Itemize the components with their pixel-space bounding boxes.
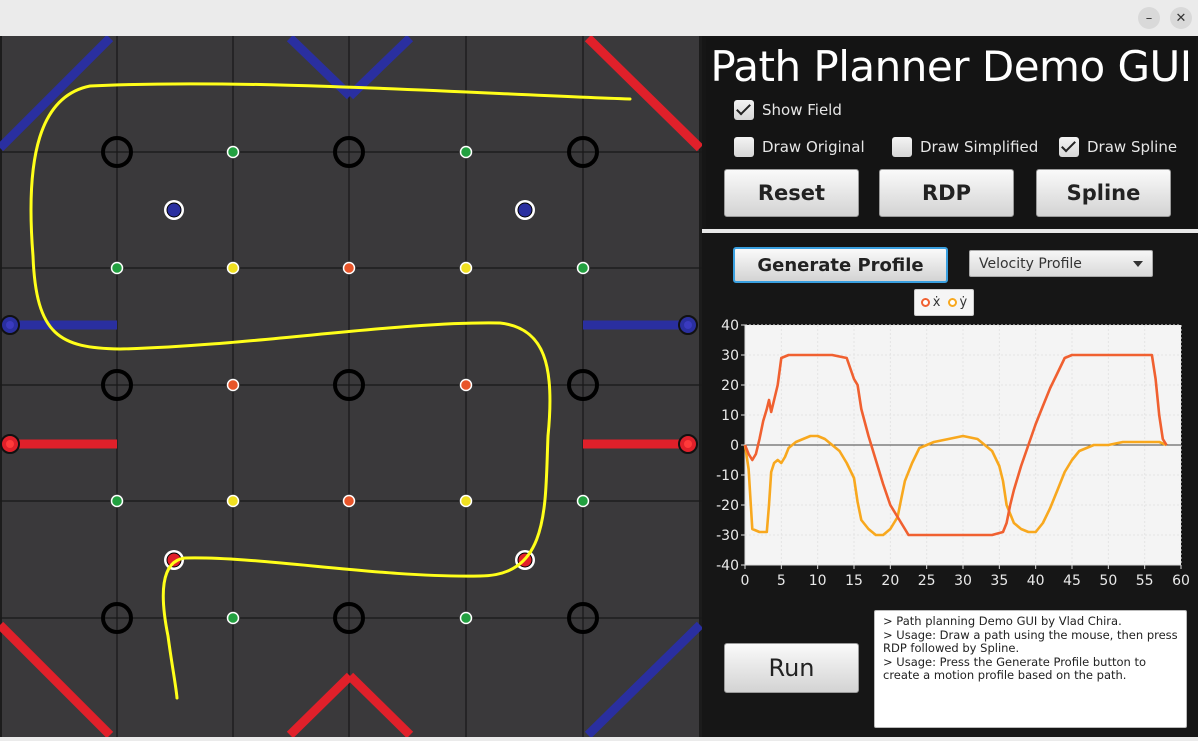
orange-marker [342, 494, 356, 508]
yellow-marker [459, 494, 473, 508]
run-button[interactable]: Run [724, 643, 859, 693]
console-line: > Path planning Demo GUI by Vlad Chira. [883, 614, 1122, 628]
x-tick-label: 55 [1136, 573, 1154, 589]
y-tick-label: 30 [721, 348, 739, 364]
chevron-down-icon [1133, 261, 1143, 267]
rdp-button[interactable]: RDP [879, 169, 1014, 217]
orange-marker [342, 261, 356, 275]
green-marker [226, 611, 240, 625]
blue-goal-core [517, 202, 533, 218]
x-tick-label: 10 [809, 573, 827, 589]
control-panel: Path Planner Demo GUI Show Field Draw Or… [706, 38, 1196, 228]
x-tick-label: 15 [845, 573, 863, 589]
x-tick-label: 30 [954, 573, 972, 589]
x-tick-label: 0 [741, 573, 750, 589]
control-side: Path Planner Demo GUI Show Field Draw Or… [702, 36, 1198, 737]
x-tick-label: 45 [1063, 573, 1081, 589]
x-tick-label: 40 [1027, 573, 1045, 589]
x-tick-label: 35 [990, 573, 1008, 589]
blue-bin-left-core [6, 321, 14, 329]
field-drawing[interactable] [0, 34, 704, 739]
x-tick-label: 60 [1172, 573, 1190, 589]
y-tick-label: -40 [716, 558, 739, 574]
draw-original-checkbox[interactable]: Draw Original [734, 137, 865, 157]
profile-type-value: Velocity Profile [979, 255, 1082, 272]
checkbox-unchecked-icon [734, 137, 754, 157]
legend-label-y: ẏ [959, 295, 968, 310]
legend-label-x: ẋ [932, 295, 941, 310]
green-marker [459, 145, 473, 159]
y-tick-label: 20 [721, 378, 739, 394]
orange-marker [226, 378, 240, 392]
green-marker [110, 261, 124, 275]
checkbox-unchecked-icon [892, 137, 912, 157]
reset-button[interactable]: Reset [724, 169, 859, 217]
show-field-label: Show Field [762, 101, 842, 119]
orange-marker [459, 378, 473, 392]
y-tick-label: -20 [716, 498, 739, 514]
yellow-marker [226, 261, 240, 275]
green-marker [110, 494, 124, 508]
minimize-icon: – [1145, 10, 1153, 26]
draw-spline-checkbox[interactable]: Draw Spline [1059, 137, 1177, 157]
x-tick-label: 5 [777, 573, 786, 589]
checkbox-checked-icon [734, 100, 754, 120]
y-tick-label: -30 [716, 528, 739, 544]
draw-simplified-checkbox[interactable]: Draw Simplified [892, 137, 1038, 157]
y-tick-label: 10 [721, 408, 739, 424]
x-tick-label: 50 [1099, 573, 1117, 589]
window-titlebar: – ✕ [0, 0, 1198, 36]
y-tick-label: -10 [716, 468, 739, 484]
green-marker [576, 261, 590, 275]
spline-button[interactable]: Spline [1036, 169, 1171, 217]
blue-goal-core [166, 202, 182, 218]
green-marker [576, 494, 590, 508]
y-tick-label: 40 [721, 319, 739, 334]
x-tick-label: 25 [918, 573, 936, 589]
chart-legend: ẋ ẏ [914, 289, 974, 316]
console-line: > Usage: Draw a path using the mouse, th… [883, 627, 1182, 655]
profile-type-select[interactable]: Velocity Profile [969, 250, 1153, 277]
green-marker [459, 611, 473, 625]
legend-marker-x [920, 298, 930, 307]
y-tick-label: 0 [730, 438, 739, 454]
close-button[interactable]: ✕ [1170, 7, 1192, 29]
red-bin-left-core [6, 440, 14, 448]
draw-original-label: Draw Original [762, 138, 865, 156]
show-field-checkbox[interactable]: Show Field [734, 100, 842, 120]
console-line: > Usage: Press the Generate Profile butt… [883, 654, 1150, 682]
green-marker [226, 145, 240, 159]
console-output[interactable]: > Path planning Demo GUI by Vlad Chira. … [874, 610, 1187, 728]
blue-bin-right-core [684, 321, 692, 329]
draw-spline-label: Draw Spline [1087, 138, 1178, 156]
generate-profile-button[interactable]: Generate Profile [733, 247, 948, 283]
yellow-marker [459, 261, 473, 275]
draw-simplified-label: Draw Simplified [920, 138, 1039, 156]
field-canvas[interactable] [0, 34, 704, 739]
close-icon: ✕ [1175, 10, 1187, 26]
minimize-button[interactable]: – [1138, 7, 1160, 29]
yellow-marker [226, 494, 240, 508]
x-tick-label: 20 [881, 573, 899, 589]
app-title: Path Planner Demo GUI [710, 42, 1192, 91]
red-bin-right-core [684, 440, 692, 448]
profile-panel: Generate Profile Velocity Profile ẋ ẏ 40… [706, 233, 1196, 737]
legend-marker-y [947, 298, 957, 307]
checkbox-checked-icon [1059, 137, 1079, 157]
velocity-chart: 403020100-10-20-30-400 5 10 15 20 25 30 35 40 45 5… [716, 319, 1190, 589]
